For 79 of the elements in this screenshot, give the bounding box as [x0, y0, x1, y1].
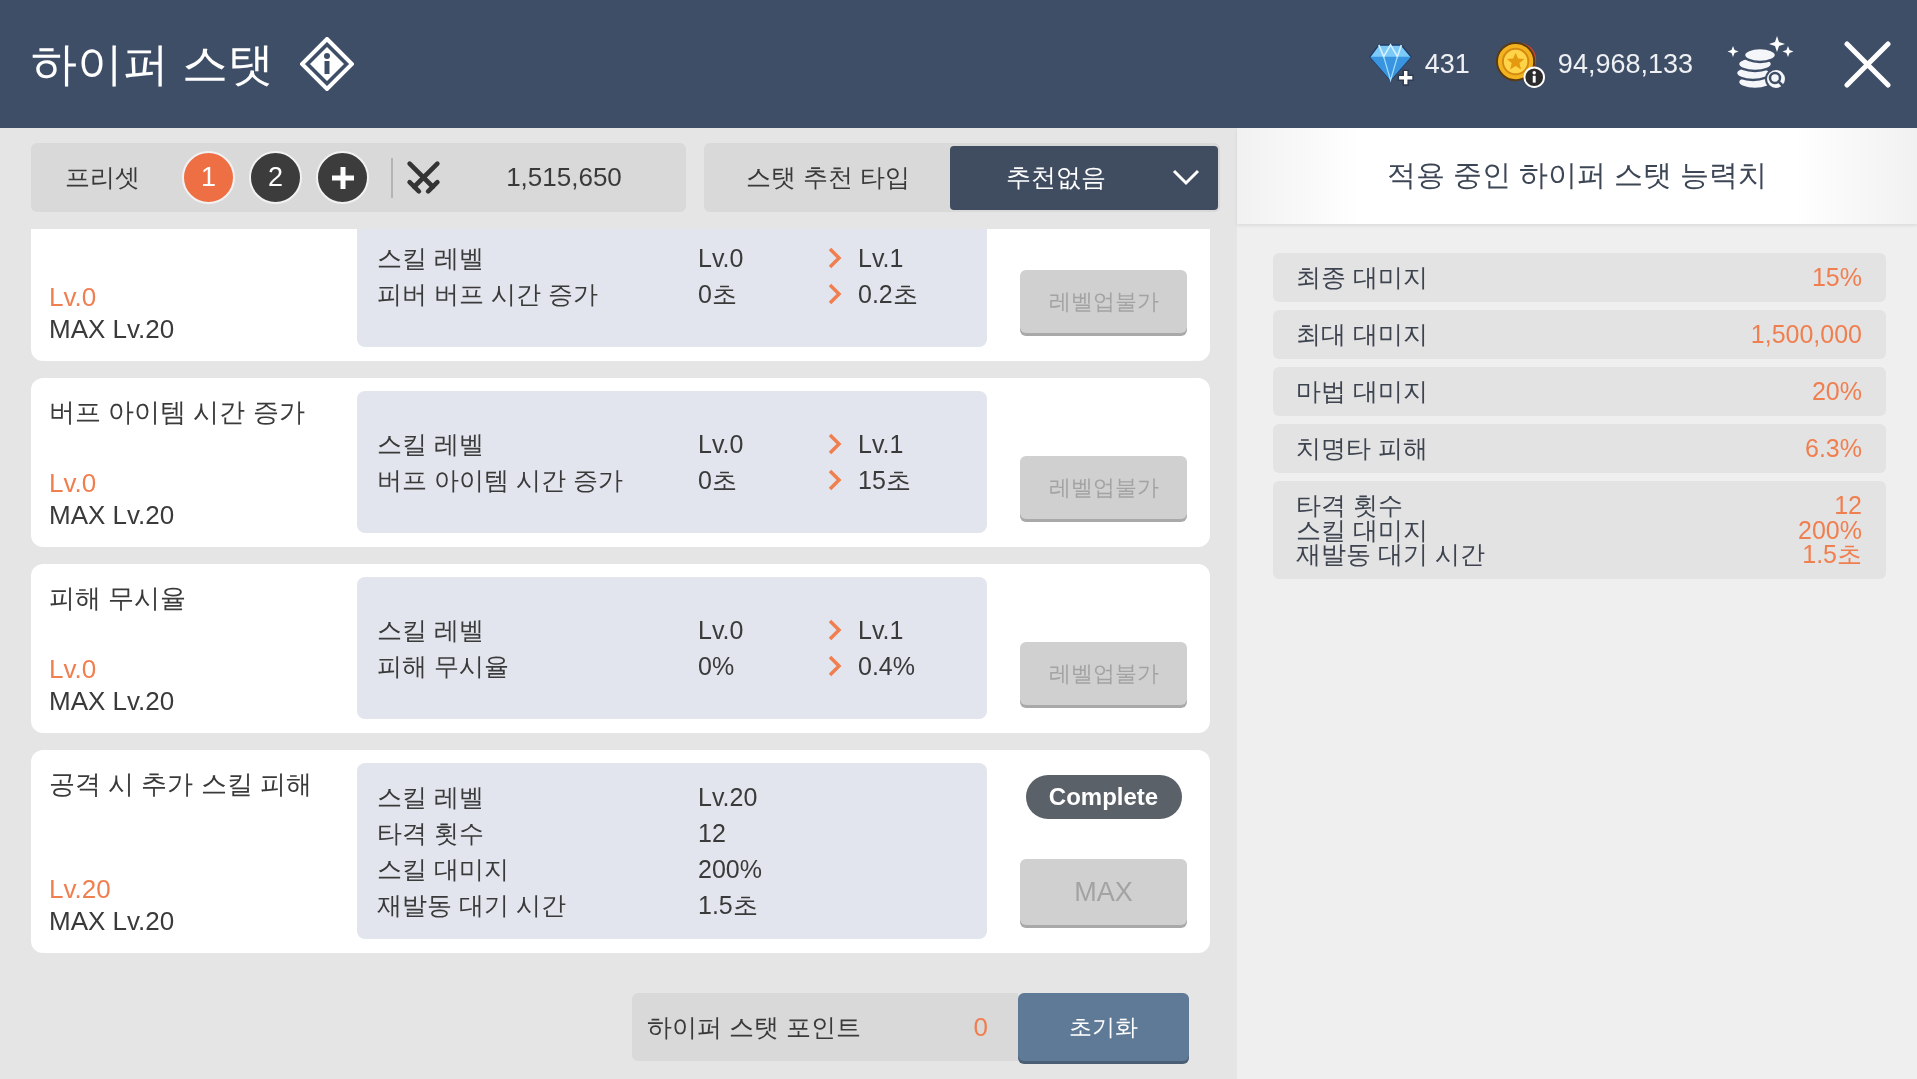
stat-name: 최종 대미지 [1296, 262, 1428, 293]
stat-current-value: 200% [698, 854, 763, 884]
stat-label: 피해 무시율 [377, 650, 510, 682]
recommend-label: 스탯 추천 타입 [746, 162, 911, 193]
chevron-right-icon [827, 619, 842, 641]
points-value: 0 [973, 1011, 988, 1043]
stat-label: 스킬 레벨 [377, 614, 485, 646]
stat-current-value: Lv.0 [698, 615, 745, 645]
stat-next-value: Lv.1 [858, 243, 904, 273]
skill-title: 버프 아이템 시간 증가 [49, 397, 306, 427]
add-preset-button[interactable] [316, 151, 369, 204]
stat-value: 20% [1811, 376, 1862, 407]
status-badge: Complete [1025, 775, 1182, 819]
stat-name: 재발동 대기 시간 [1296, 542, 1485, 567]
stat-label: 스킬 레벨 [377, 781, 485, 813]
stat-value: 12 [1834, 493, 1862, 518]
stat-value: 200% [1798, 517, 1862, 542]
skill-title: 공격 시 추가 스킬 피해 [49, 769, 313, 799]
recommend-dropdown[interactable]: 추천없음 [950, 145, 1218, 210]
stat-label: 재발동 대기 시간 [377, 889, 567, 921]
info-icon[interactable] [299, 37, 354, 91]
chevron-right-icon [827, 283, 842, 305]
max-level: MAX Lv.20 [49, 685, 176, 717]
chevron-right-icon [827, 247, 842, 269]
crossed-swords-icon [405, 159, 442, 196]
stat-next-value: Lv.1 [858, 429, 904, 459]
stat-value: 1.5초 [1802, 542, 1862, 567]
stat-label: 버프 아이템 시간 증가 [377, 464, 624, 496]
stat-name: 치명타 피해 [1296, 433, 1428, 464]
stat-current-value: 0% [698, 651, 736, 681]
preset-tab[interactable]: 1 [182, 151, 235, 204]
stat-label: 스킬 대미지 [377, 853, 510, 885]
chevron-down-icon [1172, 169, 1200, 186]
chevron-right-icon [827, 655, 842, 677]
points-label: 하이퍼 스탯 포인트 [647, 1011, 862, 1043]
stat-current-value: Lv.0 [698, 243, 745, 273]
chevron-right-icon [827, 433, 842, 455]
stat-label: 스킬 레벨 [377, 428, 485, 460]
stat-next-value: 0.4% [858, 651, 915, 681]
preset-tab[interactable]: 2 [249, 151, 302, 204]
stat-value: 15% [1811, 262, 1862, 293]
max-level: MAX Lv.20 [49, 499, 176, 531]
stat-name: 최대 대미지 [1296, 319, 1428, 350]
stat-current-value: 0초 [698, 464, 738, 496]
stat-current-value: Lv.20 [698, 782, 759, 812]
skill-level: Lv.20 [49, 873, 112, 905]
combat-power-value: 1,515,650 [505, 162, 623, 193]
coin-icon[interactable] [1494, 39, 1546, 89]
stat-next-value: Lv.1 [858, 615, 904, 645]
stat-name: 스킬 대미지 [1296, 517, 1429, 542]
preset-label: 프리셋 [65, 162, 140, 193]
stat-label: 피버 버프 시간 증가 [377, 278, 599, 310]
sidebar-title: 적용 중인 하이퍼 스탯 능력치 [1386, 158, 1768, 193]
stat-label: 스킬 레벨 [377, 242, 485, 274]
stat-next-value: 0.2초 [858, 278, 918, 310]
plus-icon [330, 165, 355, 190]
stat-current-value: 1.5초 [698, 889, 759, 921]
stat-value: 6.3% [1805, 433, 1862, 464]
chevron-right-icon [827, 469, 842, 491]
stat-current-value: Lv.0 [698, 429, 745, 459]
stat-label: 타격 횟수 [377, 817, 485, 849]
skill-level: Lv.0 [49, 653, 98, 685]
gem-icon[interactable] [1367, 41, 1417, 87]
reset-button[interactable]: 초기화 [1018, 993, 1189, 1061]
skill-title: 피해 무시율 [49, 583, 188, 613]
stat-name: 타격 횟수 [1296, 493, 1404, 518]
stat-next-value: 15초 [858, 464, 911, 496]
stat-current-value: 0초 [698, 278, 738, 310]
max-level: MAX Lv.20 [49, 313, 176, 345]
skill-level: Lv.0 [49, 467, 98, 499]
max-level: MAX Lv.20 [49, 905, 176, 937]
stat-value: 1,500,000 [1750, 319, 1862, 350]
page-title: 하이퍼 스탯 [31, 38, 274, 90]
skill-level: Lv.0 [49, 281, 98, 313]
stat-name: 마법 대미지 [1296, 376, 1428, 407]
close-icon[interactable] [1844, 40, 1891, 88]
stat-current-value: 12 [698, 818, 727, 848]
coin-amount: 94,968,133 [1557, 48, 1693, 80]
gem-count: 431 [1424, 48, 1470, 80]
